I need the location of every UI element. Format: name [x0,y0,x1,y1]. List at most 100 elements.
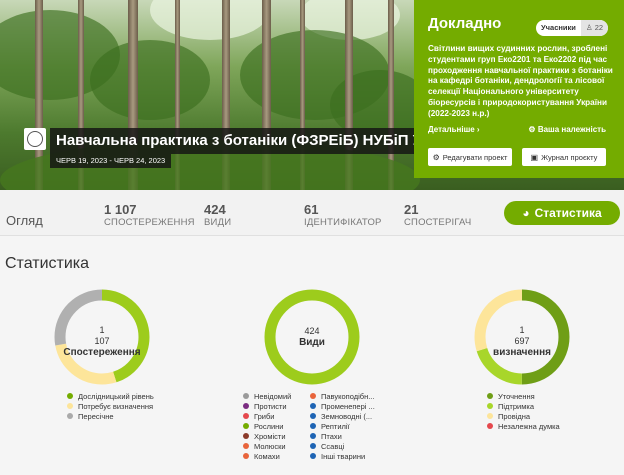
observations-donut-label: 1 107 Спостереження [52,325,152,358]
legend-item[interactable]: Невідомий [243,391,291,401]
affiliation-link[interactable]: ⚙ Ваша належність [528,125,606,134]
legend-dot-icon [487,403,493,409]
legend-dot-icon [67,393,73,399]
legend-item[interactable]: Рослини [243,421,291,431]
legend-item[interactable]: Дослідницький рівень [67,391,154,401]
legend-item[interactable]: Молюски [243,441,291,451]
project-journal-button[interactable]: ▣ Журнал проєкту [522,148,606,166]
legend-item[interactable]: Пересічне [67,411,154,421]
stat-caption: СПОСТЕРЕЖЕННЯ [104,217,195,228]
project-description: Світлини вищих судинних рослин, зроблені… [428,44,613,118]
legend-item[interactable]: Провідна [487,411,560,421]
legend-label: Провідна [498,411,531,421]
observations-legend: Дослідницький рівень Потребує визначення П… [67,391,154,421]
legend-label: Променепері ... [321,401,375,411]
legend-dot-icon [243,403,249,409]
project-title[interactable]: Навчальна практика з ботаніки (ФЗРЕіБ) Н… [50,128,439,154]
legend-dot-icon [243,393,249,399]
stat-observers[interactable]: 21 СПОСТЕРІГАЧ [404,202,471,228]
gear-icon: ⚙ [528,125,538,134]
donut-caption: визначення [493,347,551,358]
section-title-statistics: Статистика [5,255,90,272]
stat-value: 61 [304,202,319,217]
legend-dot-icon [310,413,316,419]
species-legend-column-1: Невідомий Протисти Гриби Рослини Хромісти Мол… [243,391,291,461]
legend-label: Рослини [254,421,284,431]
donut-value-line2: 107 [94,336,110,346]
legend-label: Протисти [254,401,287,411]
legend-label: Молюски [254,441,286,451]
donut-value-line1: 1 [99,325,105,335]
legend-dot-icon [487,393,493,399]
legend-item[interactable]: Ссавці [310,441,375,451]
legend-item[interactable]: Протисти [243,401,291,411]
legend-item[interactable]: Хромісти [243,431,291,441]
legend-label: Незалежна думка [498,421,560,431]
gear-icon: ⚙ [432,152,440,162]
donut-caption: Спостереження [63,347,141,358]
edit-project-button[interactable]: ⚙ Редагувати проект [428,148,512,166]
members-count-value: 22 [594,23,604,32]
legend-label: Комахи [254,451,280,461]
legend-label: Павукоподібн... [321,391,375,401]
legend-dot-icon [487,423,493,429]
more-details-link[interactable]: Детальніше › [428,125,480,134]
legend-label: Ссавці [321,441,345,451]
legend-label: Птахи [321,431,342,441]
stat-caption: СПОСТЕРІГАЧ [404,217,472,228]
legend-item[interactable]: Земноводні (... [310,411,375,421]
legend-dot-icon [67,403,73,409]
legend-dot-icon [243,453,249,459]
stat-value: 1 107 [104,202,137,217]
tab-overview[interactable]: Огляд [6,213,43,228]
species-legend-column-2: Павукоподібн... Променепері ... Земноводні… [310,391,375,461]
university-emblem-icon [27,131,43,147]
legend-dot-icon [243,433,249,439]
legend-item[interactable]: Комахи [243,451,291,461]
legend-item[interactable]: Павукоподібн... [310,391,375,401]
legend-item[interactable]: Птахи [310,431,375,441]
legend-label: Гриби [254,411,275,421]
legend-item[interactable]: Потребує визначення [67,401,154,411]
legend-dot-icon [310,453,316,459]
legend-label: Пересічне [78,411,114,421]
person-icon: ♙ [585,23,595,32]
project-details-panel: Докладно Учасники ♙ 22 Світлини вищих су… [414,0,624,178]
project-logo[interactable] [24,128,46,150]
stat-identifiers[interactable]: 61 ІДЕНТИФІКАТОР [304,202,382,228]
donut-value-line1: 1 [519,325,525,335]
legend-dot-icon [310,403,316,409]
legend-item[interactable]: Променепері ... [310,401,375,411]
legend-dot-icon [487,413,493,419]
donut-value-line2: 697 [514,336,530,346]
legend-dot-icon [243,423,249,429]
legend-label: Підтримка [498,401,535,411]
legend-label: Потребує визначення [78,401,154,411]
statistics-button-label: Статистика [534,206,602,220]
members-badge[interactable]: Учасники ♙ 22 [536,20,609,36]
project-journal-label: Журнал проєкту [541,152,598,162]
stat-species[interactable]: 424 ВИДИ [204,202,231,228]
legend-item[interactable]: Незалежна думка [487,421,560,431]
panel-title: Докладно [428,15,502,32]
legend-label: Рептилії [321,421,350,431]
legend-item[interactable]: Гриби [243,411,291,421]
legend-item[interactable]: Інші тварини [310,451,375,461]
stat-observations[interactable]: 1 107 СПОСТЕРЕЖЕННЯ [104,202,195,228]
stat-caption: ВИДИ [204,217,232,228]
donut-value-line1: 424 [304,326,320,336]
members-label: Учасники [541,23,576,32]
legend-label: Хромісти [254,431,286,441]
legend-dot-icon [67,413,73,419]
journal-icon: ▣ [530,152,539,162]
identifications-legend: Уточнення Підтримка Провідна Незалежна думк… [487,391,560,431]
legend-item[interactable]: Підтримка [487,401,560,411]
legend-label: Дослідницький рівень [78,391,154,401]
statistics-tab-button[interactable]: ◕ Статистика [504,201,620,225]
legend-label: Інші тварини [321,451,366,461]
legend-dot-icon [310,443,316,449]
chart-icon: ◕ [522,206,530,220]
legend-item[interactable]: Рептилії [310,421,375,431]
legend-dot-icon [310,423,316,429]
legend-item[interactable]: Уточнення [487,391,560,401]
